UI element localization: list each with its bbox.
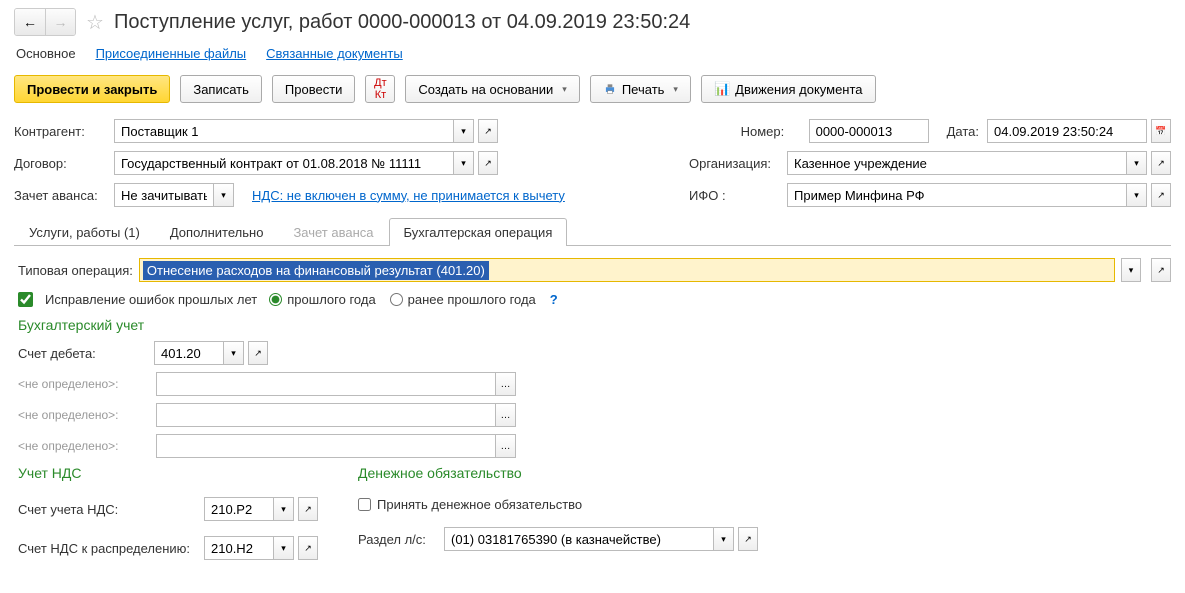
section-tab-main[interactable]: Основное [16, 46, 76, 61]
operation-label: Типовая операция: [18, 263, 133, 278]
operation-input[interactable]: Отнесение расходов на финансовый результ… [139, 258, 1115, 282]
operation-value: Отнесение расходов на финансовый результ… [143, 261, 489, 280]
org-input[interactable] [787, 151, 1127, 175]
vat-dist-dropdown[interactable]: ▾ [274, 536, 294, 560]
org-open-button[interactable]: ↗ [1151, 151, 1171, 175]
accounting-header: Бухгалтерский учет [14, 317, 1171, 333]
advance-label: Зачет аванса: [14, 188, 106, 203]
advance-dropdown-button[interactable]: ▾ [214, 183, 234, 207]
contract-input[interactable] [114, 151, 454, 175]
operation-open-button[interactable]: ↗ [1151, 258, 1171, 282]
radio-earlier[interactable]: ранее прошлого года [390, 292, 536, 307]
section-ls-open[interactable]: ↗ [738, 527, 758, 551]
contract-open-button[interactable]: ↗ [478, 151, 498, 175]
undef-input-2[interactable] [156, 403, 496, 427]
org-dropdown-button[interactable]: ▾ [1127, 151, 1147, 175]
counterparty-input[interactable] [114, 119, 454, 143]
dt-kt-button[interactable]: ДтКт [365, 75, 395, 103]
vat-dist-open[interactable]: ↗ [298, 536, 318, 560]
debit-dropdown-button[interactable]: ▾ [224, 341, 244, 365]
print-button[interactable]: Печать [590, 75, 691, 103]
vat-dist-label: Счет НДС к распределению: [18, 541, 198, 556]
vat-account-dropdown[interactable]: ▾ [274, 497, 294, 521]
ifo-input[interactable] [787, 183, 1127, 207]
fix-errors-label: Исправление ошибок прошлых лет [45, 292, 257, 307]
accept-obligation-checkbox[interactable] [358, 498, 371, 511]
number-label: Номер: [741, 124, 801, 139]
vat-link[interactable]: НДС: не включен в сумму, не принимается … [252, 188, 565, 203]
create-from-button[interactable]: Создать на основании [405, 75, 579, 103]
vat-account-input[interactable] [204, 497, 274, 521]
date-label: Дата: [947, 124, 979, 139]
radio-last-year[interactable]: прошлого года [269, 292, 375, 307]
advance-input[interactable] [114, 183, 214, 207]
movements-label: Движения документа [735, 82, 862, 97]
undef-dots-1[interactable]: … [496, 372, 516, 396]
vat-account-open[interactable]: ↗ [298, 497, 318, 521]
section-ls-dropdown[interactable]: ▾ [714, 527, 734, 551]
contract-label: Договор: [14, 156, 106, 171]
counterparty-open-button[interactable]: ↗ [478, 119, 498, 143]
movements-button[interactable]: 📊 Движения документа [701, 75, 876, 103]
printer-icon [603, 82, 617, 96]
counterparty-dropdown-button[interactable]: ▾ [454, 119, 474, 143]
undef-input-1[interactable] [156, 372, 496, 396]
tab-extra[interactable]: Дополнительно [155, 218, 279, 246]
fix-errors-checkbox[interactable] [18, 292, 33, 307]
debit-account-input[interactable] [154, 341, 224, 365]
section-ls-label: Раздел л/с: [358, 532, 438, 547]
undef-label-1: <не определено>: [18, 377, 150, 391]
favorite-star-icon[interactable]: ☆ [84, 11, 106, 33]
obligation-header: Денежное обязательство [358, 465, 758, 481]
date-picker-button[interactable]: 📅 [1151, 119, 1171, 143]
vat-header: Учет НДС [18, 465, 318, 481]
undef-dots-3[interactable]: … [496, 434, 516, 458]
post-button[interactable]: Провести [272, 75, 356, 103]
debit-account-label: Счет дебета: [18, 346, 148, 361]
operation-dropdown-button[interactable]: ▾ [1121, 258, 1141, 282]
ifo-dropdown-button[interactable]: ▾ [1127, 183, 1147, 207]
vat-dist-input[interactable] [204, 536, 274, 560]
undef-input-3[interactable] [156, 434, 496, 458]
debit-open-button[interactable]: ↗ [248, 341, 268, 365]
undef-label-2: <не определено>: [18, 408, 150, 422]
nav-forward-button[interactable]: → [45, 9, 75, 35]
page-title: Поступление услуг, работ 0000-000013 от … [114, 11, 690, 34]
tab-accounting[interactable]: Бухгалтерская операция [389, 218, 568, 246]
chart-icon: 📊 [714, 81, 730, 97]
org-label: Организация: [689, 156, 779, 171]
contract-dropdown-button[interactable]: ▾ [454, 151, 474, 175]
nav-back-button[interactable]: ← [15, 9, 45, 35]
print-label: Печать [622, 82, 665, 97]
post-and-close-button[interactable]: Провести и закрыть [14, 75, 170, 103]
number-input[interactable] [809, 119, 929, 143]
ifo-open-button[interactable]: ↗ [1151, 183, 1171, 207]
section-tab-related[interactable]: Связанные документы [266, 46, 403, 61]
undef-dots-2[interactable]: … [496, 403, 516, 427]
section-ls-input[interactable] [444, 527, 714, 551]
counterparty-label: Контрагент: [14, 124, 106, 139]
section-tab-files[interactable]: Присоединенные файлы [96, 46, 247, 61]
vat-account-label: Счет учета НДС: [18, 502, 198, 517]
tab-advance: Зачет аванса [278, 218, 388, 246]
accept-obligation-label: Принять денежное обязательство [377, 497, 582, 512]
help-icon[interactable]: ? [550, 292, 558, 307]
undef-label-3: <не определено>: [18, 439, 150, 453]
date-input[interactable] [987, 119, 1147, 143]
save-button[interactable]: Записать [180, 75, 262, 103]
ifo-label: ИФО : [689, 188, 779, 203]
tab-services[interactable]: Услуги, работы (1) [14, 218, 155, 246]
